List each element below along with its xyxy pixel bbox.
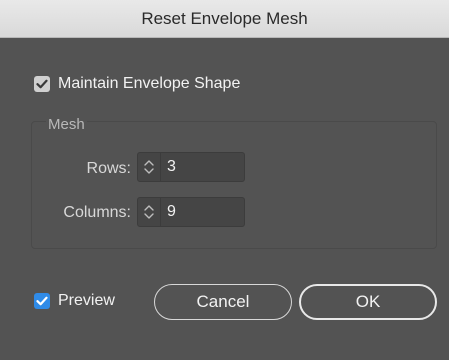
columns-stepper[interactable] — [137, 197, 161, 227]
preview-option[interactable]: Preview — [34, 292, 115, 310]
dialog-title: Reset Envelope Mesh — [0, 0, 449, 38]
preview-checkbox[interactable] — [34, 293, 50, 309]
stepper-arrows-icon — [144, 160, 154, 174]
mesh-group-title: Mesh — [46, 116, 87, 133]
rows-label: Rows: — [86, 160, 131, 177]
mesh-group — [31, 121, 437, 249]
cancel-button[interactable]: Cancel — [154, 284, 292, 320]
rows-stepper[interactable] — [137, 152, 161, 182]
stepper-arrows-icon — [144, 205, 154, 219]
ok-button[interactable]: OK — [299, 284, 437, 320]
reset-envelope-mesh-dialog: Reset Envelope Mesh Maintain Envelope Sh… — [0, 0, 449, 360]
checkmark-icon — [36, 79, 48, 89]
maintain-envelope-shape-checkbox[interactable] — [34, 76, 50, 92]
rows-input[interactable]: 3 — [161, 152, 245, 182]
maintain-envelope-shape-label: Maintain Envelope Shape — [58, 75, 241, 92]
columns-label: Columns: — [63, 204, 131, 221]
preview-label: Preview — [58, 292, 115, 309]
maintain-envelope-shape-option[interactable]: Maintain Envelope Shape — [34, 75, 240, 93]
columns-input[interactable]: 9 — [161, 197, 245, 227]
checkmark-icon — [36, 296, 48, 306]
